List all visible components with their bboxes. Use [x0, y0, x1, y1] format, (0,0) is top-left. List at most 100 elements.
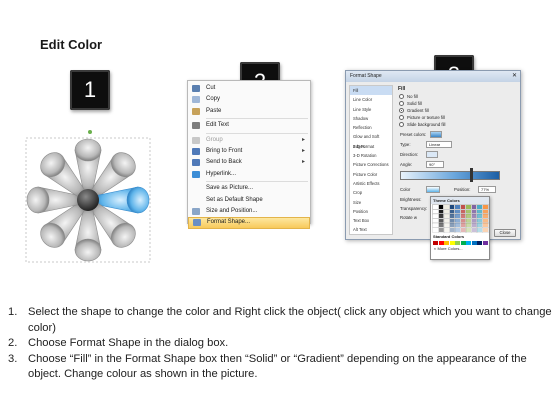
color-swatch[interactable]	[437, 217, 445, 224]
color-swatch[interactable]	[444, 240, 449, 245]
color-swatch[interactable]	[470, 213, 478, 219]
color-swatch[interactable]	[443, 204, 450, 210]
color-swatch[interactable]	[437, 222, 445, 228]
category-item[interactable]: Picture Color	[350, 170, 392, 179]
color-swatch[interactable]	[454, 204, 461, 210]
color-swatch[interactable]	[481, 217, 489, 224]
radio-no-fill[interactable]	[399, 94, 404, 99]
color-swatch[interactable]	[476, 204, 483, 210]
menu-item-save-as-picture[interactable]: Save as Picture...	[188, 183, 310, 194]
color-swatch[interactable]	[448, 204, 456, 210]
category-item[interactable]: Size	[350, 198, 392, 207]
radio-solid-fill[interactable]	[399, 101, 404, 106]
radio-picture-fill[interactable]	[399, 115, 404, 120]
color-swatch[interactable]	[449, 240, 455, 245]
color-swatch[interactable]	[465, 222, 472, 228]
color-swatch[interactable]	[481, 204, 489, 210]
preset-colors-button[interactable]	[430, 131, 442, 138]
color-swatch[interactable]	[459, 217, 467, 224]
more-colors-link[interactable]: ◐ More Colors...	[431, 246, 489, 252]
menu-item-size-position[interactable]: Size and Position...	[188, 206, 310, 217]
rotate-handle[interactable]	[88, 130, 92, 134]
color-swatch[interactable]	[432, 213, 439, 219]
color-swatch[interactable]	[454, 226, 461, 233]
color-swatch[interactable]	[432, 226, 439, 233]
color-swatch[interactable]	[470, 222, 478, 228]
color-swatch[interactable]	[443, 208, 450, 215]
category-item[interactable]: 3-D Format	[350, 142, 392, 151]
category-item[interactable]: Line Style	[350, 105, 392, 114]
color-swatch[interactable]	[470, 204, 478, 210]
rotate-with-shape-checkbox-label[interactable]: Rotate w	[400, 215, 417, 220]
color-swatch[interactable]	[448, 208, 456, 215]
color-swatch[interactable]	[466, 240, 471, 245]
color-swatch[interactable]	[443, 213, 450, 219]
color-swatch[interactable]	[448, 222, 456, 228]
color-swatch[interactable]	[443, 217, 450, 224]
color-swatch[interactable]	[459, 226, 467, 233]
radio-gradient-fill[interactable]	[399, 108, 404, 113]
category-item[interactable]: Shadow	[350, 114, 392, 123]
color-swatch[interactable]	[470, 208, 478, 215]
menu-item-copy[interactable]: Copy	[188, 94, 310, 105]
color-swatch[interactable]	[465, 208, 472, 215]
menu-item-format-shape[interactable]: Format Shape...	[188, 217, 310, 229]
radio-slide-background-fill[interactable]	[399, 122, 404, 127]
color-swatch[interactable]	[454, 213, 461, 219]
color-swatch[interactable]	[448, 217, 456, 224]
menu-item-paste[interactable]: Paste	[188, 106, 310, 117]
category-item[interactable]: Glow and Soft Edges	[350, 132, 392, 148]
color-swatch[interactable]	[443, 222, 450, 228]
center-circle[interactable]	[77, 189, 99, 211]
flower-diagram[interactable]	[18, 130, 158, 270]
color-swatch[interactable]	[437, 208, 445, 215]
category-item[interactable]: Reflection	[350, 123, 392, 132]
category-item[interactable]: Text Box	[350, 216, 392, 225]
color-swatch[interactable]	[477, 240, 482, 245]
color-swatch[interactable]	[470, 217, 478, 224]
color-swatch[interactable]	[454, 217, 461, 224]
color-swatch[interactable]	[448, 226, 456, 233]
color-swatch[interactable]	[437, 213, 445, 219]
menu-item-cut[interactable]: Cut	[188, 83, 310, 94]
color-swatch[interactable]	[454, 222, 461, 228]
color-swatch[interactable]	[465, 226, 472, 233]
color-swatch[interactable]	[471, 240, 477, 245]
color-swatch[interactable]	[448, 213, 456, 219]
color-swatch[interactable]	[465, 213, 472, 219]
category-item[interactable]: Alt Text	[350, 225, 392, 234]
gradient-stop-handle[interactable]	[470, 168, 473, 182]
close-button[interactable]: Close	[494, 229, 516, 237]
color-swatch[interactable]	[437, 226, 445, 233]
color-swatch[interactable]	[438, 240, 444, 245]
color-swatch[interactable]	[432, 208, 439, 215]
color-swatch[interactable]	[482, 240, 488, 245]
color-swatch[interactable]	[459, 204, 467, 210]
color-swatch[interactable]	[476, 226, 483, 233]
color-swatch[interactable]	[476, 213, 483, 219]
category-item[interactable]: Position	[350, 207, 392, 216]
category-item[interactable]: Crop	[350, 188, 392, 197]
type-select[interactable]: Linear	[426, 141, 452, 148]
menu-item-bring-to-front[interactable]: Bring to Front ▸	[188, 146, 310, 157]
color-swatch[interactable]	[481, 213, 489, 219]
color-swatch[interactable]	[459, 208, 467, 215]
color-swatch[interactable]	[432, 222, 439, 228]
category-item[interactable]: 3-D Rotation	[350, 151, 392, 160]
color-swatch[interactable]	[454, 208, 461, 215]
color-swatch[interactable]	[476, 217, 483, 224]
color-picker-button[interactable]	[426, 186, 440, 193]
color-swatch[interactable]	[460, 240, 466, 245]
color-swatch[interactable]	[432, 217, 439, 224]
color-swatch[interactable]	[476, 222, 483, 228]
category-item[interactable]: Artistic Effects	[350, 179, 392, 188]
close-icon[interactable]: ✕	[512, 71, 517, 82]
menu-item-edit-text[interactable]: Edit Text	[188, 120, 310, 131]
color-swatch[interactable]	[465, 217, 472, 224]
menu-item-group[interactable]: Group ▸	[188, 135, 310, 146]
color-swatch[interactable]	[437, 204, 445, 210]
menu-item-hyperlink[interactable]: Hyperlink...	[188, 169, 310, 180]
color-swatch[interactable]	[481, 226, 489, 233]
color-swatch[interactable]	[470, 226, 478, 233]
color-swatch[interactable]	[433, 240, 438, 245]
